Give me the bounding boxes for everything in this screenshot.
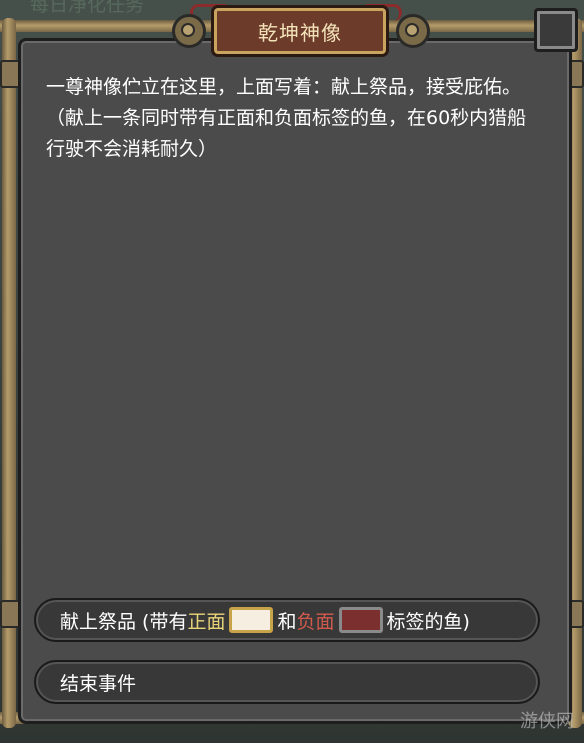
offer-prefix: 献上祭品 (带有	[60, 610, 188, 633]
end-event-label: 结束事件	[60, 672, 137, 695]
offer-sacrifice-button[interactable]: 献上祭品 (带有 正面 和 负面 标签的鱼)	[34, 598, 540, 642]
menu-box[interactable]	[534, 8, 578, 52]
negative-tag-swatch	[338, 607, 383, 633]
offer-middle: 和	[277, 610, 297, 633]
end-event-button[interactable]: 结束事件	[34, 660, 540, 704]
watermark: 游侠网	[520, 711, 574, 732]
valve-icon	[172, 14, 206, 48]
event-title: 乾坤神像	[258, 20, 342, 45]
negative-label: 负面	[296, 610, 335, 633]
positive-label: 正面	[187, 610, 226, 633]
event-title-plate: 乾坤神像	[214, 8, 386, 54]
valve-icon	[396, 14, 430, 48]
offer-suffix: 标签的鱼)	[386, 610, 470, 633]
background-quest-label: 每日净化任务	[30, 0, 145, 16]
event-description: 一尊神像伫立在这里，上面写着：献上祭品，接受庇佑。（献上一条同时带有正面和负面标…	[46, 76, 527, 160]
positive-tag-swatch	[229, 607, 274, 633]
